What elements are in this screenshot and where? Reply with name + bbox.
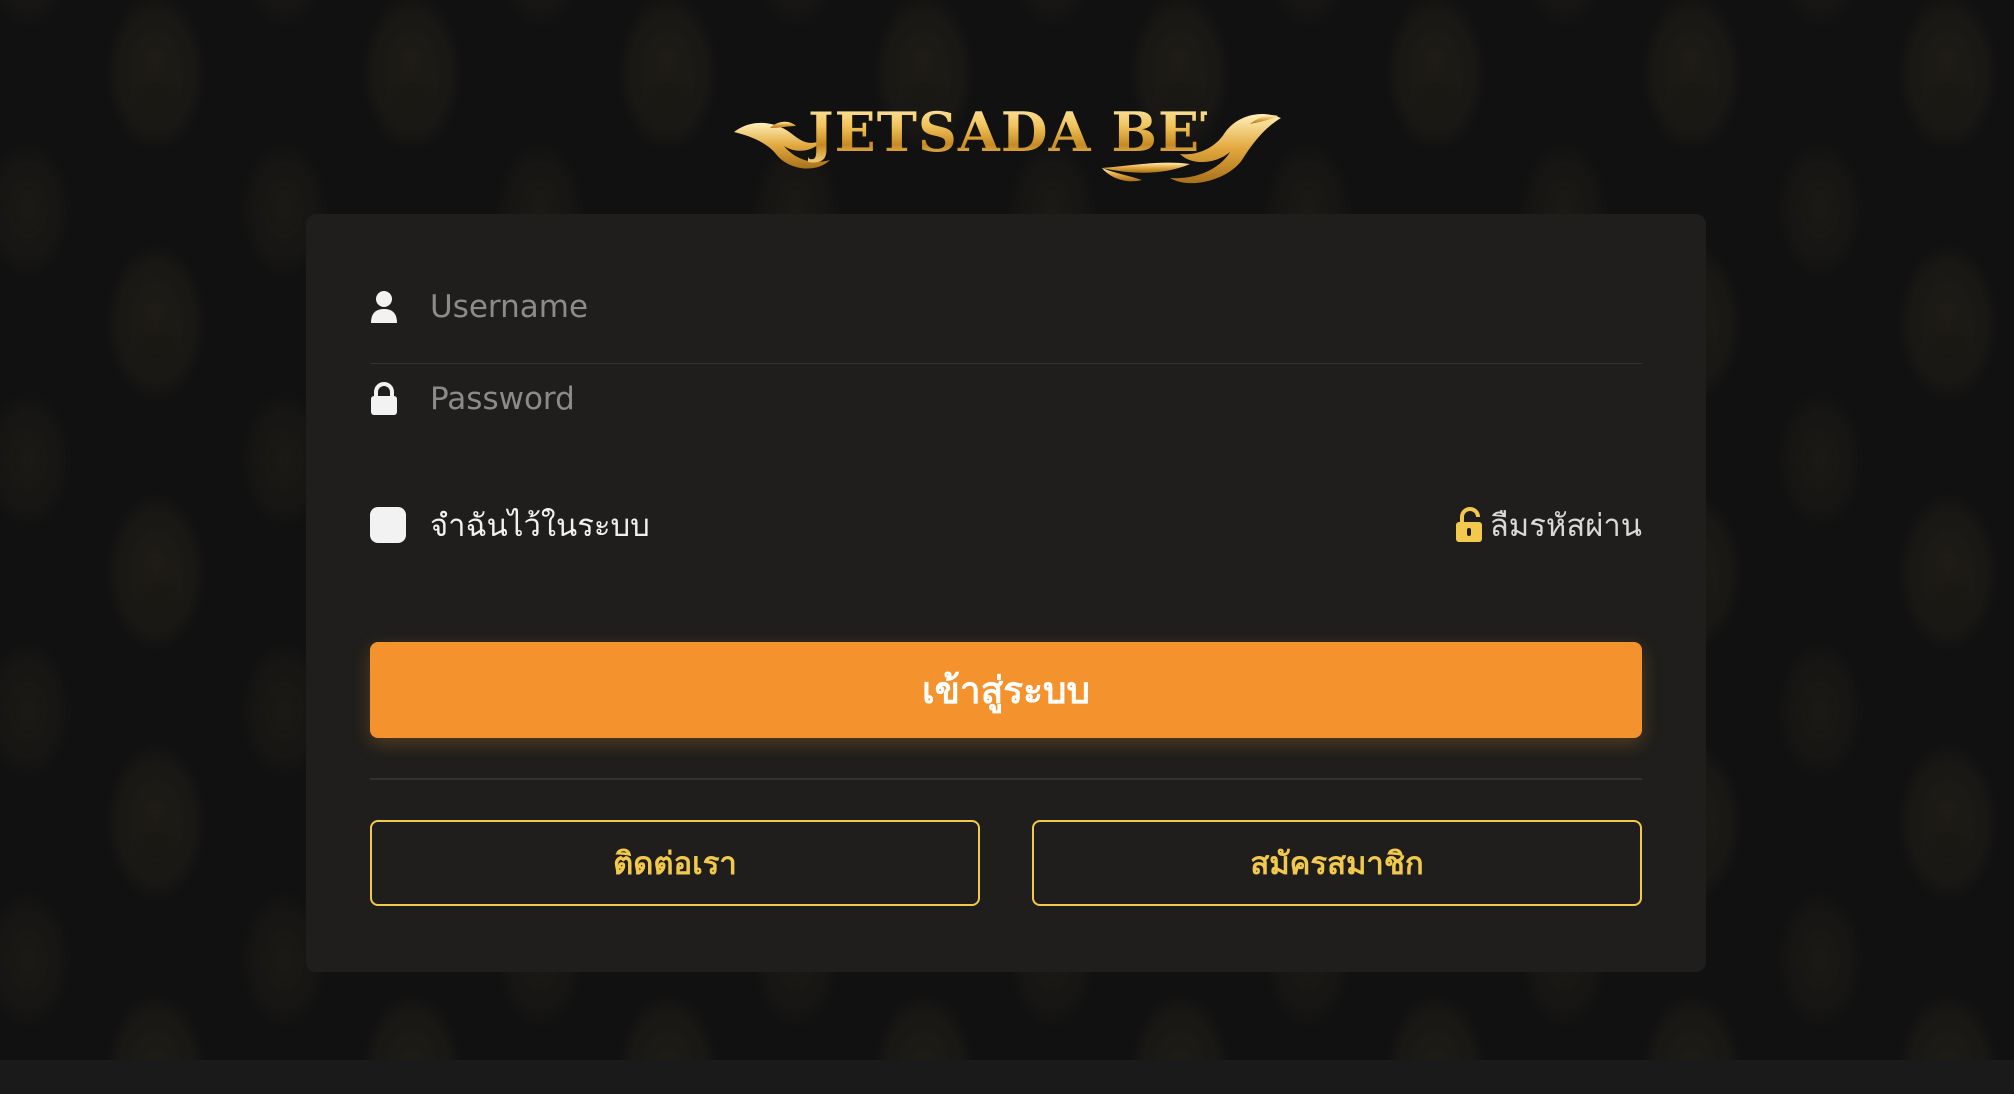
forgot-password-label: ลืมรหัสผ่าน: [1489, 508, 1642, 544]
logo-text: JETSADA BET: [808, 100, 1242, 164]
unlock-icon: [1454, 507, 1484, 543]
contact-us-button[interactable]: ติดต่อเรา: [370, 820, 980, 906]
divider: [370, 778, 1642, 780]
brand-logo: JETSADA BET: [730, 94, 1285, 189]
register-button[interactable]: สมัครสมาชิก: [1032, 820, 1642, 906]
bottom-strip: [0, 1060, 2014, 1094]
username-input[interactable]: [430, 288, 1642, 325]
password-row: [370, 364, 1642, 434]
forgot-password-link[interactable]: ลืมรหัสผ่าน: [1454, 500, 1642, 550]
remember-label: จำฉันไว้ในระบบ: [430, 508, 650, 544]
lock-icon: [370, 382, 398, 416]
remember-row: จำฉันไว้ในระบบ ลืมรหัสผ่าน: [370, 500, 1642, 550]
username-row: [370, 250, 1642, 364]
password-input[interactable]: [430, 381, 1642, 417]
remember-me[interactable]: จำฉันไว้ในระบบ: [370, 500, 650, 550]
login-button[interactable]: เข้าสู่ระบบ: [370, 642, 1642, 738]
login-card: จำฉันไว้ในระบบ ลืมรหัสผ่าน เข้าสู่ระบบ ต…: [306, 214, 1706, 972]
remember-checkbox[interactable]: [370, 507, 406, 543]
user-icon: [370, 290, 398, 324]
